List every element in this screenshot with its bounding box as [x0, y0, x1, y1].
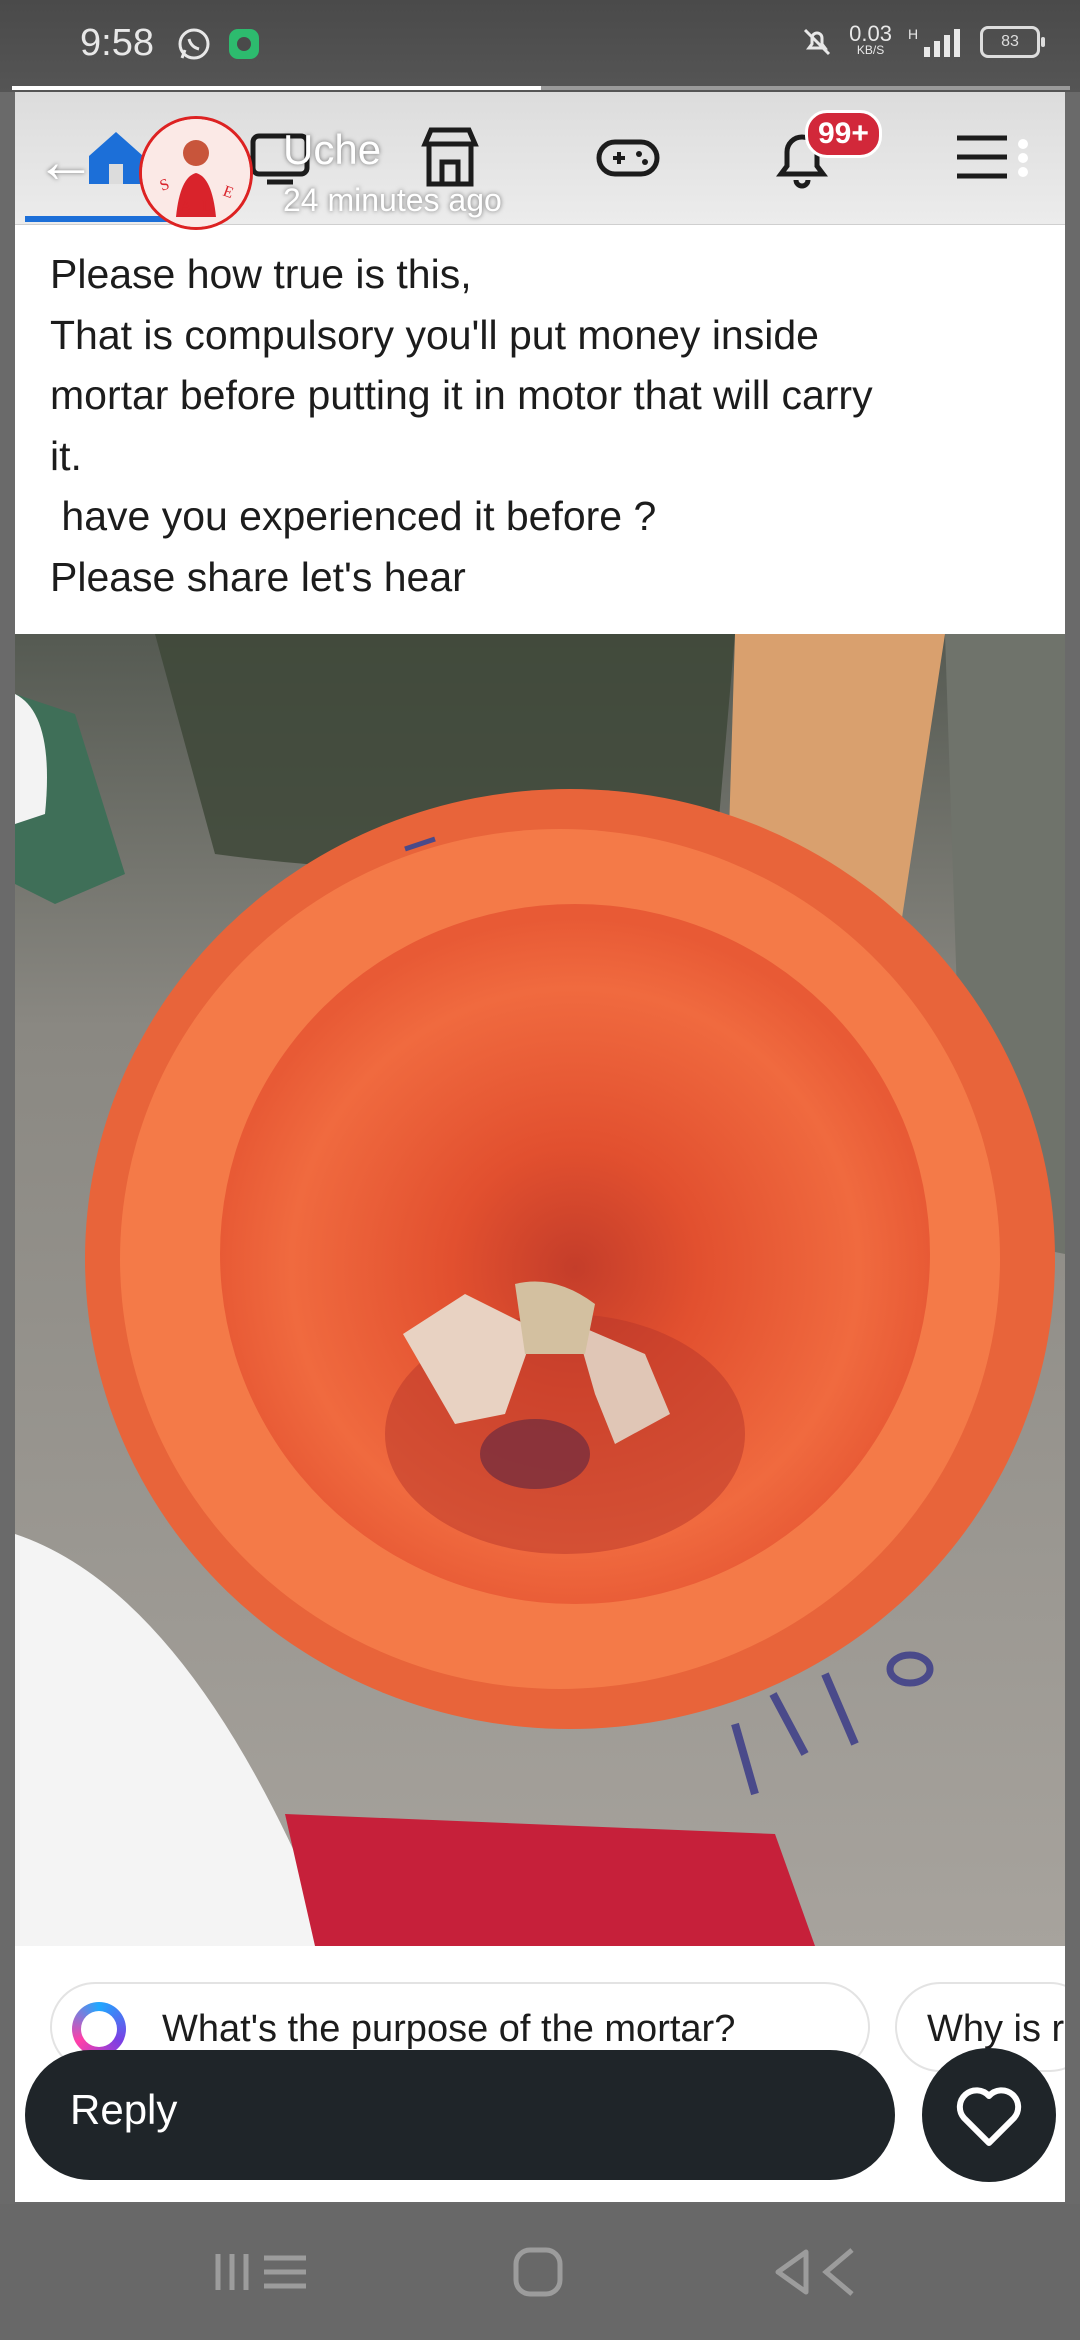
system-nav-bar — [0, 2204, 1080, 2340]
notification-badge: 99+ — [805, 110, 882, 158]
menu-icon[interactable] — [945, 122, 1035, 192]
back-arrow-icon[interactable]: ← — [35, 131, 97, 193]
post-photo — [15, 634, 1065, 1946]
recents-icon[interactable] — [210, 2244, 310, 2300]
battery-icon: 83 — [980, 26, 1045, 58]
post-text-line: it. — [50, 432, 82, 479]
post-text-line: have you experienced it before ? — [50, 493, 657, 539]
svg-text:L: L — [202, 198, 212, 215]
gaming-icon[interactable] — [593, 122, 663, 192]
network-speed: 0.03 KB/S — [849, 21, 892, 58]
heart-icon — [956, 2087, 1022, 2146]
status-time: 9:58 — [80, 22, 154, 64]
avatar[interactable]: S A L E — [139, 116, 253, 230]
post-time: 24 minutes ago — [283, 182, 502, 218]
back-nav-icon[interactable] — [770, 2244, 860, 2300]
svg-text:H: H — [908, 26, 918, 42]
reply-input[interactable]: Reply — [25, 2050, 895, 2180]
story-progress-fill — [12, 86, 541, 90]
like-button[interactable] — [922, 2048, 1056, 2182]
story-progress-bar — [12, 86, 1070, 90]
mute-icon — [804, 28, 831, 56]
post-text-line: Please how true is this, — [50, 251, 472, 297]
reply-placeholder: Reply — [70, 2086, 178, 2133]
post-text-line: mortar before putting it in motor that w… — [50, 372, 873, 418]
story-card: 99+ ← S A L E Uche 24 minutes ago Please… — [15, 92, 1065, 2202]
post-text-line: That is compulsory you'll put money insi… — [50, 311, 819, 358]
status-bar: 9:58 0.03 KB/S H 83 — [0, 0, 1080, 92]
poster-name[interactable]: Uche — [283, 126, 381, 174]
suggestion-chip-label: Why is r — [927, 2008, 1065, 2050]
post-text: Please how true is this, That is compuls… — [50, 244, 1050, 607]
messages-icon — [229, 29, 259, 59]
signal-icon: H — [908, 26, 960, 57]
svg-text:A: A — [180, 198, 192, 215]
suggestion-chip-label: What's the purpose of the mortar? — [162, 2008, 736, 2050]
meta-ai-icon — [72, 2002, 126, 2056]
post-text-line: Please share let's hear — [50, 553, 466, 600]
whatsapp-icon — [178, 28, 210, 60]
home-button-icon[interactable] — [510, 2244, 566, 2300]
